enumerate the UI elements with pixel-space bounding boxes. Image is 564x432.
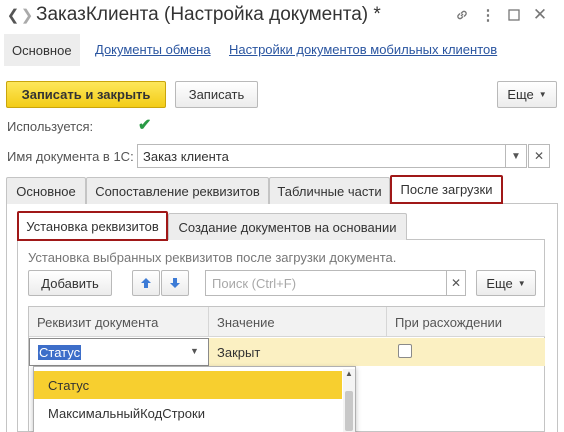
clear-button[interactable]: ✕ [528, 144, 550, 168]
scroll-up-icon[interactable]: ▲ [345, 369, 353, 378]
save-button[interactable]: Записать [175, 81, 258, 108]
search-placeholder: Поиск (Ctrl+F) [212, 276, 297, 291]
scrollbar-thumb[interactable] [345, 391, 353, 431]
column-header-on-mismatch[interactable]: При расхождении [387, 307, 545, 337]
section-main[interactable]: Основное [4, 34, 80, 66]
value-cell[interactable]: Закрыт [217, 345, 260, 360]
more-button[interactable]: Еще ▼ [497, 81, 557, 108]
link-icon[interactable] [452, 5, 472, 25]
arrow-up-icon [141, 278, 151, 288]
close-icon[interactable]: ✕ [530, 5, 550, 25]
table-row[interactable]: Статус ▼ Закрыт [29, 338, 545, 366]
table-header: Реквизит документа Значение При расхожде… [29, 307, 545, 337]
used-label: Используется: [7, 119, 94, 134]
save-and-close-button[interactable]: Записать и закрыть [6, 81, 166, 108]
subtab-set-attributes[interactable]: Установка реквизитов [17, 211, 168, 241]
move-up-button[interactable] [132, 270, 160, 296]
form-sections: Основное Документы обмена Настройки доку… [0, 34, 564, 68]
subtab-create-based-docs[interactable]: Создание документов на основании [168, 213, 407, 240]
doc-name-value: Заказ клиента [143, 149, 229, 164]
link-mobile-settings[interactable]: Настройки документов мобильных клиентов [229, 42, 497, 57]
attribute-dropdown-list: Статус МаксимальныйКодСтроки ▲ [33, 366, 356, 432]
cell-dropdown-icon[interactable]: ▼ [190, 346, 199, 356]
maximize-icon[interactable] [504, 5, 524, 25]
tab-table-parts[interactable]: Табличные части [269, 177, 390, 204]
on-mismatch-checkbox[interactable] [398, 344, 412, 358]
dropdown-scrollbar[interactable]: ▲ [343, 369, 355, 432]
dropdown-item[interactable]: Статус [34, 371, 342, 399]
link-exchange-documents[interactable]: Документы обмена [95, 42, 211, 57]
back-arrow-icon[interactable]: ❮ [6, 6, 20, 24]
doc-name-label: Имя документа в 1С: [7, 149, 134, 164]
tab-attribute-mapping[interactable]: Сопоставление реквизитов [86, 177, 269, 204]
arrow-down-icon [170, 278, 180, 288]
attribute-value: Статус [38, 345, 82, 360]
caret-down-icon: ▼ [538, 90, 547, 99]
column-header-attribute[interactable]: Реквизит документа [29, 307, 209, 337]
tab-main[interactable]: Основное [6, 177, 86, 204]
more-label: Еще [507, 87, 534, 102]
move-down-button[interactable] [161, 270, 189, 296]
table-more-label: Еще [486, 275, 513, 291]
caret-down-icon: ▼ [517, 278, 526, 288]
doc-name-field[interactable]: Заказ клиента [137, 144, 506, 168]
hint-text: Установка выбранных реквизитов после заг… [28, 250, 397, 265]
column-header-value[interactable]: Значение [209, 307, 387, 337]
table-more-button[interactable]: Еще ▼ [476, 270, 536, 296]
used-checkbox[interactable]: ✔ [138, 115, 151, 135]
forward-arrow-icon[interactable]: ❯ [20, 6, 34, 24]
search-input[interactable]: Поиск (Ctrl+F) [205, 270, 447, 296]
search-clear-button[interactable]: ✕ [446, 270, 466, 296]
add-button[interactable]: Добавить [28, 270, 112, 296]
tab-after-load[interactable]: После загрузки [390, 175, 503, 204]
dropdown-button[interactable]: ▼ [505, 144, 527, 168]
kebab-menu-icon[interactable]: ⋮ [478, 5, 498, 25]
attribute-cell-editor[interactable]: Статус ▼ [29, 338, 209, 366]
dropdown-item[interactable]: МаксимальныйКодСтроки [34, 399, 342, 427]
window-title: ЗаказКлиента (Настройка документа) * [36, 4, 381, 25]
